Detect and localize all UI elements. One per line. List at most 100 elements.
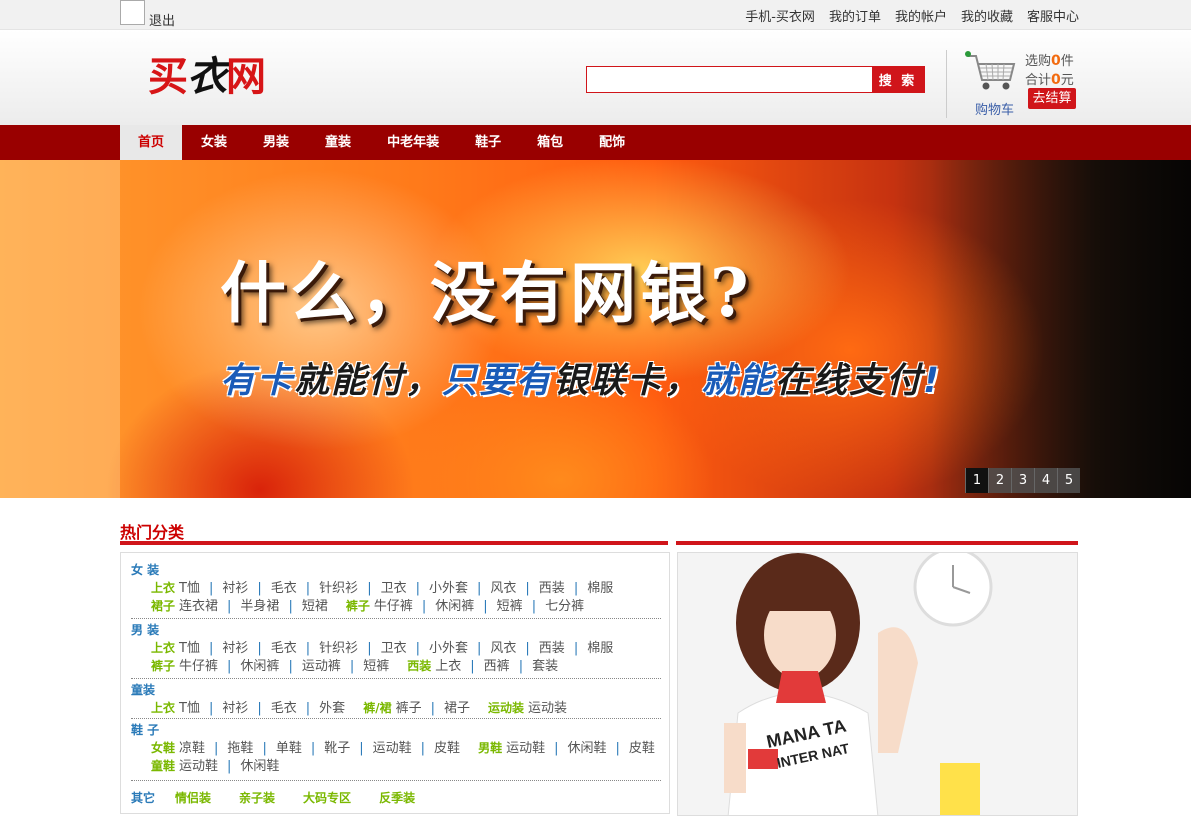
category-link[interactable]: 运动装	[528, 701, 567, 716]
mobile-site-link[interactable]: 手机-买衣网	[745, 6, 815, 25]
category-subgroup-label[interactable]: 裤子	[151, 659, 175, 673]
category-link[interactable]: 七分裤	[545, 599, 584, 614]
category-subgroup-label[interactable]: 西装	[407, 659, 431, 673]
category-subgroup-label[interactable]: 童鞋	[151, 759, 175, 773]
nav-item-0[interactable]: 首页	[120, 125, 183, 160]
category-link[interactable]: 单鞋	[276, 741, 302, 756]
category-link[interactable]: 运动鞋	[179, 759, 218, 774]
category-other-link[interactable]: 反季装	[379, 791, 415, 805]
category-group-title[interactable]: 男 装	[131, 621, 661, 639]
banner-page-4[interactable]: 4	[1034, 468, 1057, 493]
category-separator: |	[214, 741, 219, 756]
category-link[interactable]: 运动鞋	[373, 741, 412, 756]
my-orders-link[interactable]: 我的订单	[829, 6, 881, 25]
banner-page-2[interactable]: 2	[988, 468, 1011, 493]
category-link[interactable]: T恤	[179, 581, 200, 596]
nav-item-1[interactable]: 女装	[182, 125, 244, 160]
category-link[interactable]: 小外套	[429, 581, 468, 596]
category-link[interactable]: 西装	[539, 641, 565, 656]
search-button[interactable]: 搜 索	[872, 67, 924, 92]
category-link[interactable]: 毛衣	[271, 641, 297, 656]
nav-item-3[interactable]: 童装	[306, 125, 368, 160]
category-link[interactable]: 上衣	[435, 659, 461, 674]
category-link[interactable]: 拖鞋	[227, 741, 253, 756]
category-link[interactable]: 短裙	[302, 599, 328, 614]
category-subgroup-label[interactable]: 女鞋	[151, 741, 175, 755]
category-link[interactable]: T恤	[179, 701, 200, 716]
category-link[interactable]: 风衣	[490, 641, 516, 656]
category-subgroup-label[interactable]: 裤子	[346, 599, 370, 613]
category-link[interactable]: 西裤	[484, 659, 510, 674]
category-link[interactable]: 运动裤	[302, 659, 341, 674]
category-group-title[interactable]: 童装	[131, 681, 661, 699]
category-link[interactable]: 风衣	[490, 581, 516, 596]
category-link[interactable]: T恤	[179, 641, 200, 656]
category-link[interactable]: 休闲鞋	[240, 759, 279, 774]
category-link[interactable]: 毛衣	[271, 701, 297, 716]
category-subgroup-label[interactable]: 男鞋	[478, 741, 502, 755]
category-subgroup-label[interactable]: 运动装	[488, 701, 524, 715]
category-link[interactable]: 牛仔裤	[374, 599, 413, 614]
category-link[interactable]: 衬衫	[222, 641, 248, 656]
category-link[interactable]: 连衣裙	[179, 599, 218, 614]
category-separator: |	[208, 581, 214, 596]
category-group-title[interactable]: 鞋 子	[131, 721, 661, 739]
search-input[interactable]	[587, 67, 873, 92]
cart-link[interactable]: 购物车	[964, 50, 1024, 120]
category-link[interactable]: 休闲裤	[435, 599, 474, 614]
category-subgroup-label[interactable]: 裤/裙	[363, 701, 391, 715]
my-favorites-link[interactable]: 我的收藏	[961, 6, 1013, 25]
logout-link[interactable]: 退出	[149, 10, 175, 29]
category-subgroup-label[interactable]: 上衣	[151, 641, 175, 655]
category-separator: |	[257, 701, 262, 716]
customer-service-link[interactable]: 客服中心	[1027, 6, 1079, 25]
nav-item-7[interactable]: 配饰	[580, 125, 642, 160]
category-link[interactable]: 针织衫	[319, 641, 358, 656]
category-link[interactable]: 休闲裤	[240, 659, 279, 674]
category-link[interactable]: 套装	[532, 659, 558, 674]
site-logo[interactable]: 买衣网	[148, 44, 298, 110]
category-link[interactable]: 运动鞋	[506, 741, 545, 756]
category-link[interactable]: 衬衫	[222, 701, 248, 716]
category-subgroup-label[interactable]: 裙子	[151, 599, 175, 613]
category-other-link[interactable]: 亲子装	[239, 791, 275, 805]
category-link[interactable]: 小外套	[429, 641, 468, 656]
category-subgroup-label[interactable]: 上衣	[151, 701, 175, 715]
category-link[interactable]: 皮鞋	[629, 741, 655, 756]
category-subgroup-label[interactable]: 上衣	[151, 581, 175, 595]
banner-page-3[interactable]: 3	[1011, 468, 1034, 493]
my-account-link[interactable]: 我的帐户	[895, 6, 947, 25]
category-link[interactable]: 裤子	[396, 701, 422, 716]
category-link[interactable]: 卫衣	[381, 581, 407, 596]
category-link[interactable]: 休闲鞋	[567, 741, 606, 756]
category-link[interactable]: 半身裙	[240, 599, 279, 614]
category-link[interactable]: 衬衫	[222, 581, 248, 596]
category-link[interactable]: 靴子	[324, 741, 350, 756]
category-link[interactable]: 卫衣	[381, 641, 407, 656]
category-other-link[interactable]: 大码专区	[303, 791, 351, 805]
category-link[interactable]: 裙子	[444, 701, 470, 716]
category-other-link[interactable]: 情侣装	[175, 791, 211, 805]
category-link[interactable]: 毛衣	[271, 581, 297, 596]
cart-summary: 选购0件 合计0元	[1025, 52, 1074, 90]
nav-item-4[interactable]: 中老年装	[368, 125, 456, 160]
category-link[interactable]: 外套	[319, 701, 345, 716]
category-link[interactable]: 棉服	[587, 581, 613, 596]
category-link[interactable]: 西装	[539, 581, 565, 596]
category-link[interactable]: 棉服	[587, 641, 613, 656]
category-link[interactable]: 短裤	[363, 659, 389, 674]
checkout-button[interactable]: 去结算	[1028, 88, 1076, 109]
category-link[interactable]: 凉鞋	[179, 741, 205, 756]
category-link[interactable]: 牛仔裤	[179, 659, 218, 674]
promo-model-image[interactable]: MANA TA INTER NAT	[677, 552, 1078, 816]
category-link[interactable]: 针织衫	[319, 581, 358, 596]
banner-page-5[interactable]: 5	[1057, 468, 1080, 493]
category-link[interactable]: 皮鞋	[434, 741, 460, 756]
nav-item-6[interactable]: 箱包	[518, 125, 580, 160]
category-link[interactable]: 短裤	[497, 599, 523, 614]
banner-page-1[interactable]: 1	[965, 468, 988, 493]
category-group-title[interactable]: 女 装	[131, 561, 661, 579]
nav-item-2[interactable]: 男装	[244, 125, 306, 160]
promo-banner[interactable]: 什么，没有网银? 有卡就能付，只要有银联卡，就能在线支付! 12345	[0, 160, 1191, 498]
nav-item-5[interactable]: 鞋子	[456, 125, 518, 160]
